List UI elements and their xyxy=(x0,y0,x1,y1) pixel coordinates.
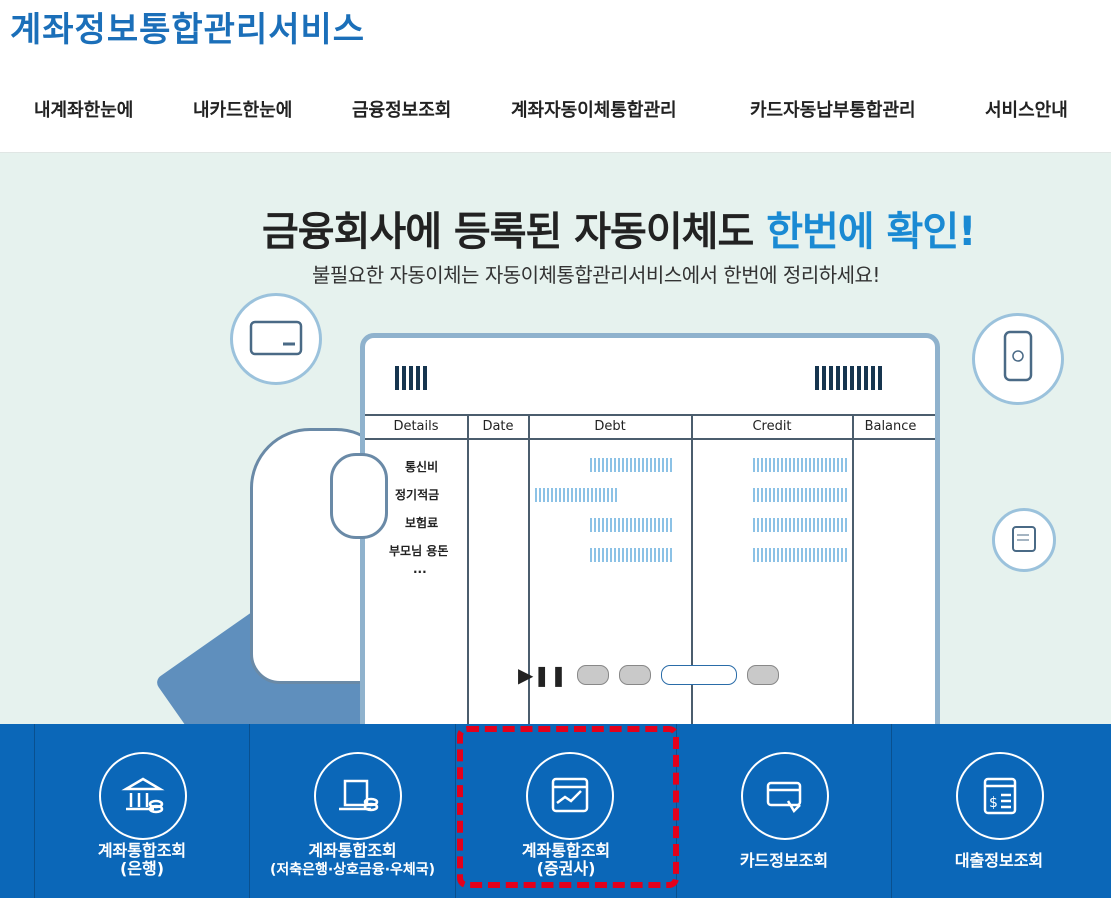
banner-title-highlight: 한번에 확인! xyxy=(766,209,976,255)
nav-item-financial-info[interactable]: 금융정보조회 xyxy=(352,96,451,122)
stock-chart-icon xyxy=(526,752,614,840)
quick-item-bank[interactable]: 계좌통합조회 (은행) xyxy=(34,724,249,898)
quick-item-label: 카드정보조회 xyxy=(739,851,829,870)
table-row-label: 부모님 용돈 xyxy=(389,544,449,558)
quick-item-card-info[interactable]: 카드정보조회 xyxy=(676,724,891,898)
table-header: Balance xyxy=(864,419,917,434)
site-logo[interactable]: 계좌정보통합관리서비스 xyxy=(10,2,365,51)
card-icon xyxy=(741,752,829,840)
thumb-illustration xyxy=(330,453,388,539)
nav-item-my-accounts[interactable]: 내계좌한눈에 xyxy=(34,96,133,122)
barcode-left-icon xyxy=(395,366,427,390)
card-bubble-icon xyxy=(230,293,322,385)
slide-dot-4[interactable] xyxy=(746,665,779,685)
nav-item-auto-transfer[interactable]: 계좌자동이체통합관리 xyxy=(511,96,677,122)
banner-subtitle: 불필요한 자동이체는 자동이체통합관리서비스에서 한번에 정리하세요! xyxy=(312,263,880,287)
table-header: Debt xyxy=(594,419,626,434)
quick-item-label: 대출정보조회 xyxy=(954,851,1044,870)
quick-menu: 계좌통합조회 (은행) 계좌통합조회 (저축은행·상호금융·우체국) 계좌통합조회(… xyxy=(0,724,1111,898)
slide-dot-3-active[interactable] xyxy=(660,665,737,685)
slide-dot-2[interactable] xyxy=(618,665,651,685)
quick-item-label: 계좌통합조회 (저축은행·상호금융·우체국) xyxy=(269,841,436,879)
slide-dot-1[interactable] xyxy=(576,665,609,685)
loan-icon: $ xyxy=(956,752,1044,840)
nav-item-service-guide[interactable]: 서비스안내 xyxy=(985,96,1068,122)
table-row-label: 보험료 xyxy=(405,516,439,530)
main-nav: 내계좌한눈에 내카드한눈에 금융정보조회 계좌자동이체통합관리 카드자동납부통합… xyxy=(0,78,1111,138)
quick-item-label: 계좌통합조회 (증권사) xyxy=(521,841,611,878)
table-header: Details xyxy=(393,419,439,434)
slider-controls: ▶❚❚ xyxy=(518,663,779,687)
table-row-label: 통신비 xyxy=(405,460,439,474)
table-header: Credit xyxy=(752,419,792,434)
quick-item-securities[interactable]: 계좌통합조회 (증권사) xyxy=(455,724,676,898)
banner-title-main: 금융회사에 등록된 자동이체도 xyxy=(262,209,754,255)
nav-item-card-auto-payment[interactable]: 카드자동납부통합관리 xyxy=(750,96,916,122)
bank-icon xyxy=(99,752,187,840)
table-row-label: ... xyxy=(413,562,427,576)
table-header: Date xyxy=(482,419,514,434)
nav-item-my-cards[interactable]: 내카드한눈에 xyxy=(193,96,292,122)
banner-title: 금융회사에 등록된 자동이체도 한번에 확인! xyxy=(262,199,976,257)
document-bubble-icon xyxy=(992,508,1056,572)
quick-item-savings[interactable]: 계좌통합조회 (저축은행·상호금융·우체국) xyxy=(249,724,455,898)
hero-banner[interactable]: 금융회사에 등록된 자동이체도 한번에 확인! 불필요한 자동이체는 자동이체통… xyxy=(0,152,1111,725)
laptop-icon xyxy=(314,752,402,840)
barcode-right-icon xyxy=(815,366,882,390)
phone-bubble-icon xyxy=(972,313,1064,405)
table-row-label: 정기적금 xyxy=(395,488,440,502)
svg-text:$: $ xyxy=(989,795,998,811)
quick-item-loan-info[interactable]: $ 대출정보조회 xyxy=(891,724,1106,898)
quick-item-label: 계좌통합조회 (은행) xyxy=(97,841,187,878)
play-pause-button[interactable]: ▶❚❚ xyxy=(518,663,567,687)
